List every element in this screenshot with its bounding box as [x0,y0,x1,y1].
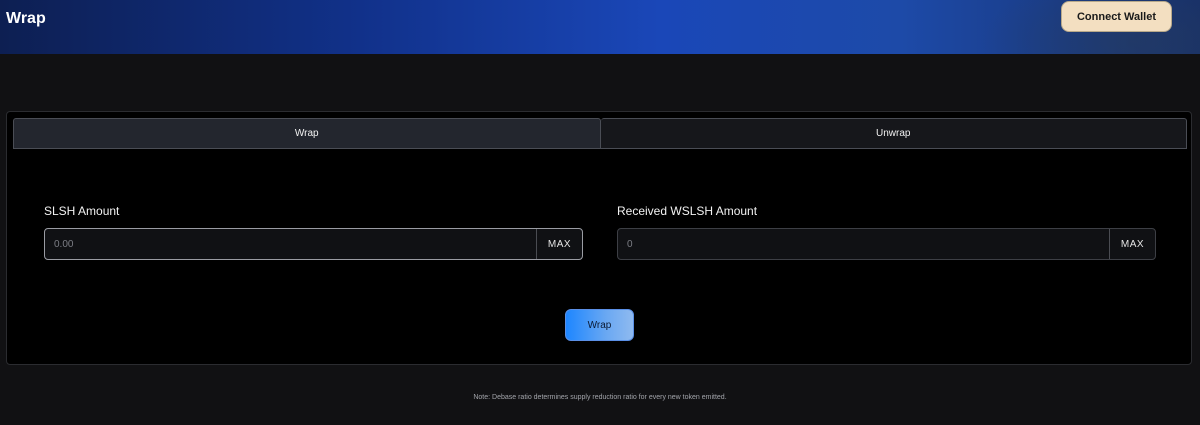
wrap-submit-button[interactable]: Wrap [565,309,634,341]
tab-wrap[interactable]: Wrap [13,118,601,149]
slsh-amount-group: MAX [44,228,583,260]
connect-wallet-button[interactable]: Connect Wallet [1061,1,1172,32]
wslsh-amount-input[interactable] [618,229,1109,259]
wrap-card: Wrap Unwrap SLSH Amount MAX Received WSL… [6,111,1192,365]
header-banner: Wrap [0,0,1200,54]
tab-unwrap[interactable]: Unwrap [600,118,1187,149]
tab-bar: Wrap Unwrap [13,118,1187,149]
wslsh-amount-label: Received WSLSH Amount [617,204,758,218]
slsh-max-button[interactable]: MAX [536,229,582,259]
wslsh-max-button[interactable]: MAX [1109,229,1155,259]
wslsh-amount-group: MAX [617,228,1156,260]
slsh-amount-label: SLSH Amount [44,204,120,218]
footnote: Note: Debase ratio determines supply red… [473,394,727,401]
page-title: Wrap [6,10,46,27]
slsh-amount-input[interactable] [45,229,536,259]
